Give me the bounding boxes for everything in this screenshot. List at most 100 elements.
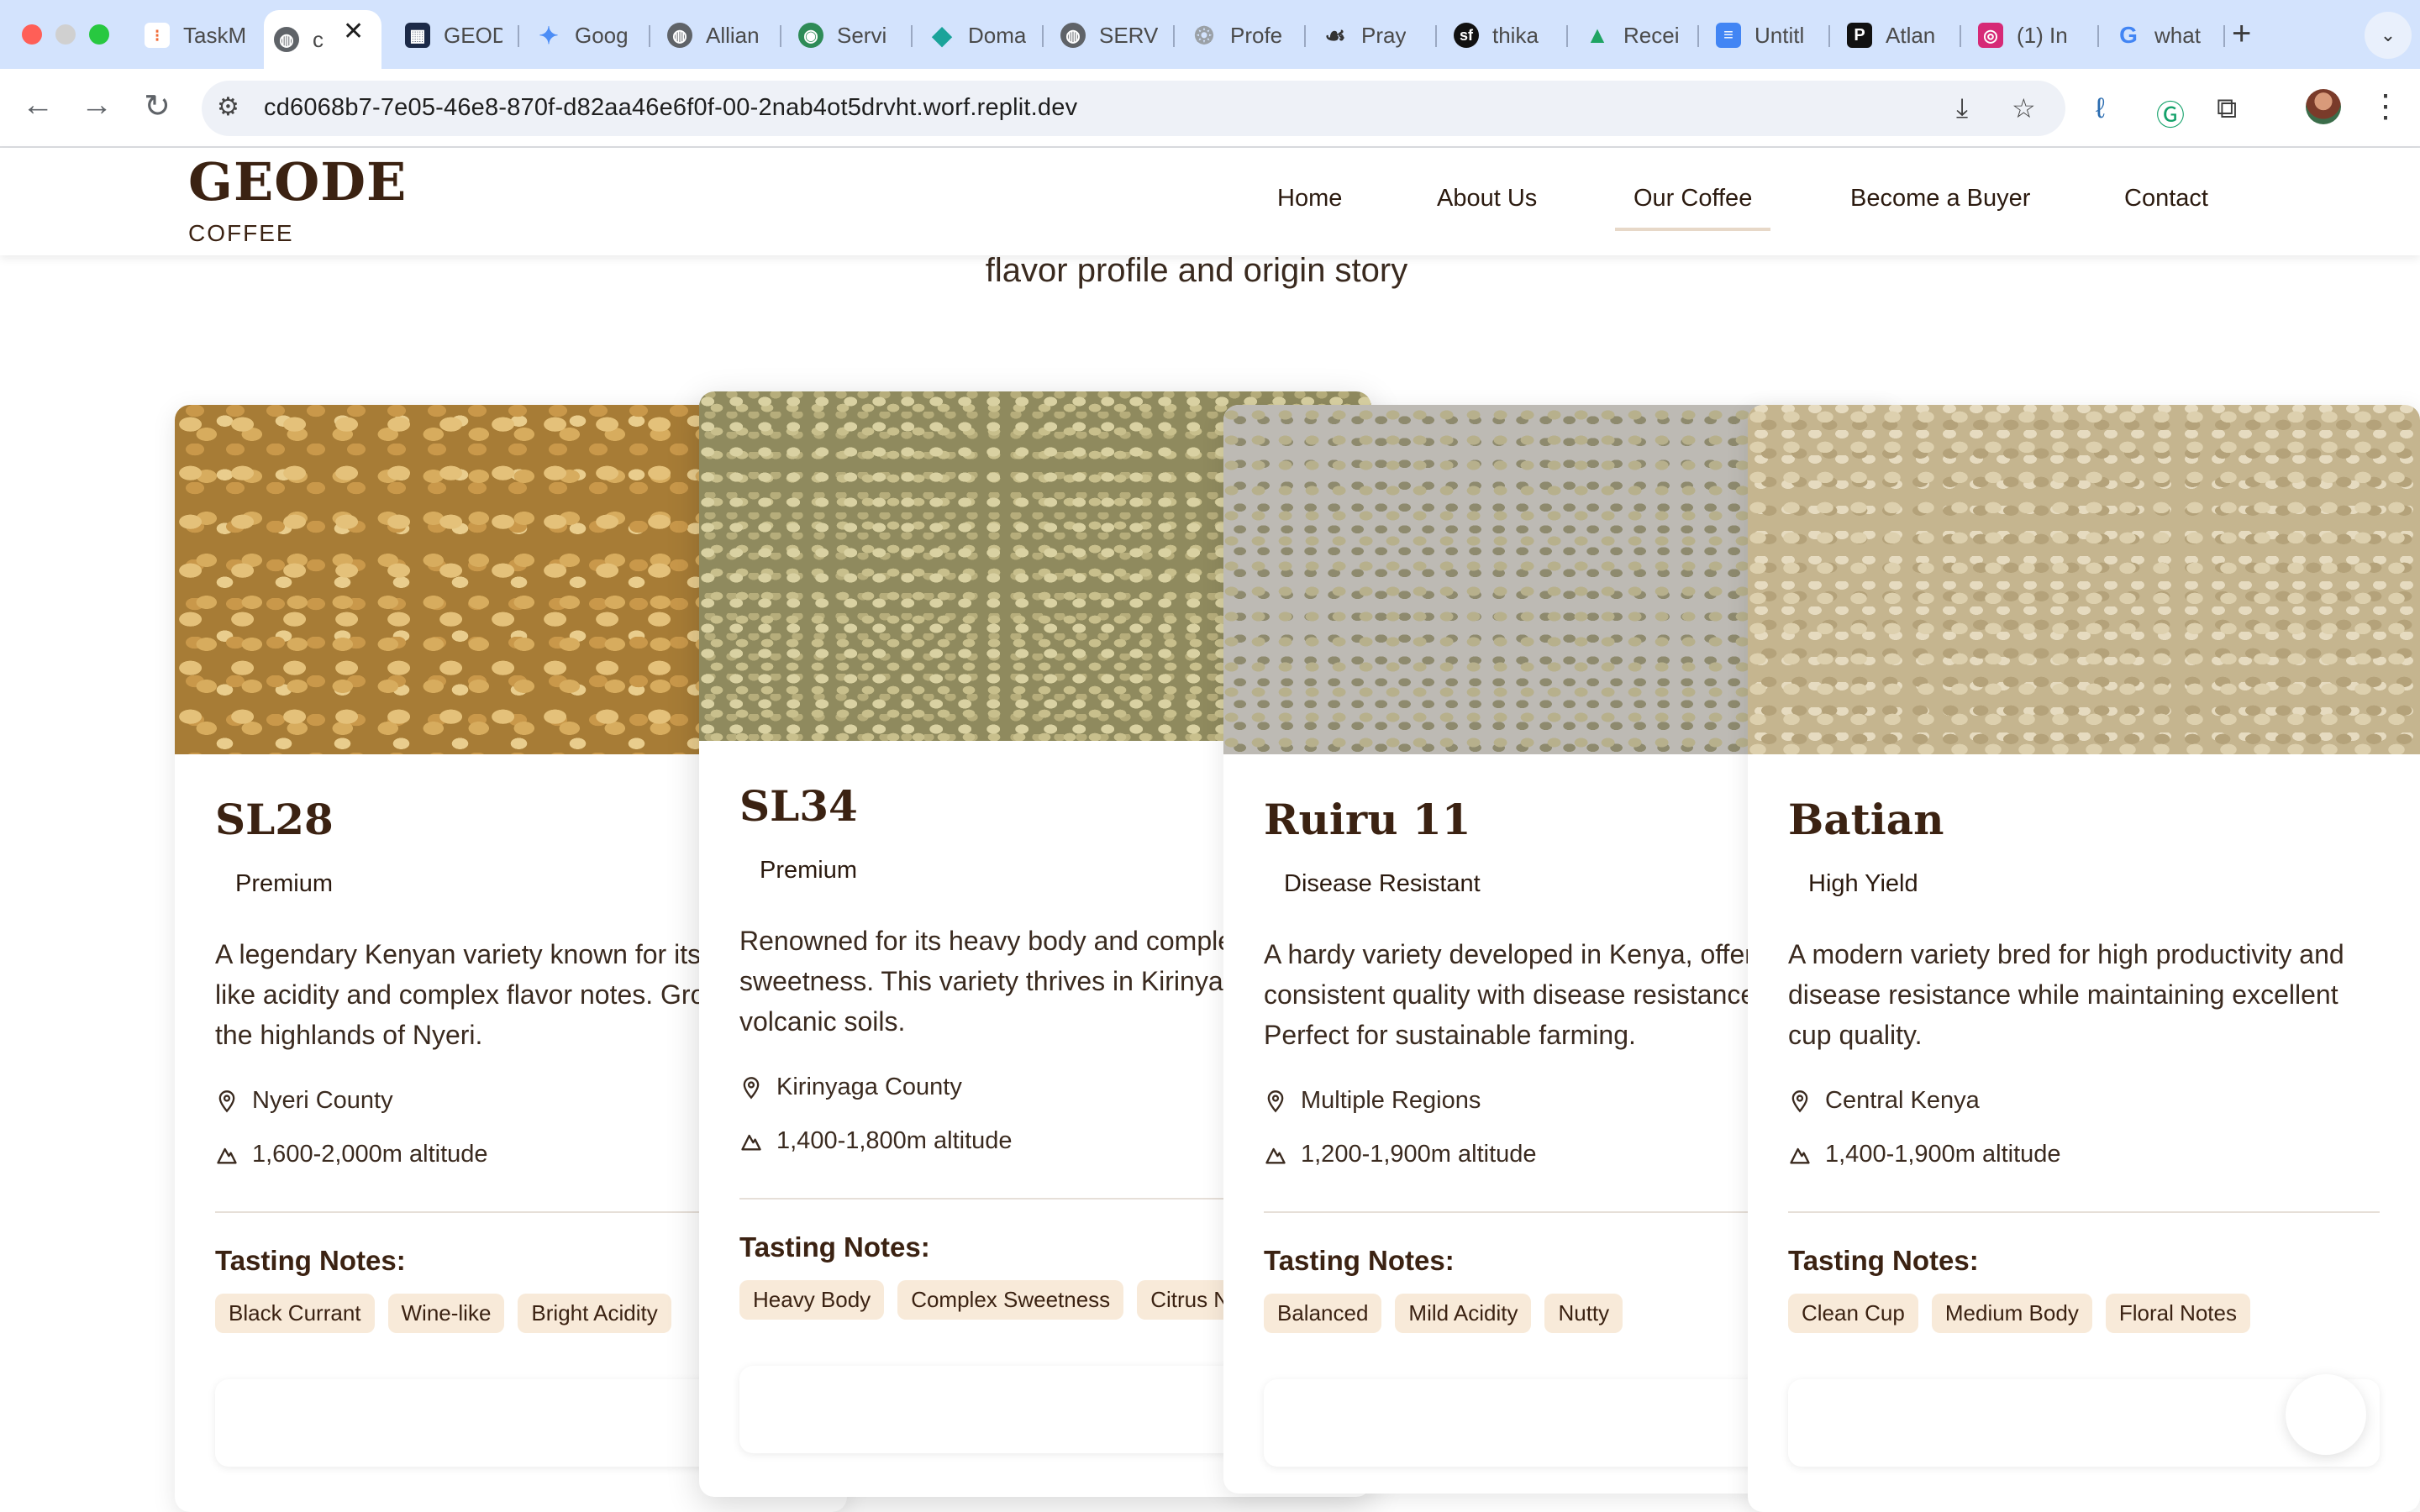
minimize-window-button[interactable] [55,24,76,45]
browser-tab[interactable]: ◆ Doma [919,12,1037,59]
tab-label: Recei [1623,22,1680,48]
tasting-note-chip: Bright Acidity [518,1294,671,1333]
reload-icon[interactable]: ↻ [136,87,178,125]
coffee-badge: Premium [760,857,858,884]
browser-tab[interactable]: ◎ (1) In [1968,12,2094,59]
coffee-badge: High Yield [1808,870,1918,897]
browser-tab[interactable]: ◍ SERV [1050,12,1168,59]
close-tab-icon[interactable]: ✕ [343,17,364,46]
tab-label: Untitl [1754,22,1805,48]
tab-label: TaskM [183,22,247,48]
extension-swirl-icon[interactable]: ℓ [2096,92,2105,125]
tasting-notes-heading: Tasting Notes: [739,1231,930,1263]
coffee-altitude: 1,400-1,800m altitude [739,1127,1013,1155]
tasting-notes-list: Balanced Mild Acidity Nutty [1264,1294,1623,1333]
tasting-notes-list: Black Currant Wine-like Bright Acidity [215,1294,671,1333]
chatgpt-icon: ❂ [1194,22,1214,49]
symfony-icon: sf [1454,23,1479,48]
tab-label: Atlan [1886,22,1936,48]
diamond-icon: ◆ [932,21,952,50]
coffee-name: Batian [1788,795,1944,844]
back-arrow-icon[interactable]: ← [17,87,59,123]
extensions-puzzle-icon[interactable]: ⧉ [2217,92,2237,125]
site-settings-icon[interactable]: ⚙ [217,92,239,122]
nav-home[interactable]: Home [1277,185,1342,228]
browser-tab[interactable]: sf thika [1444,12,1561,59]
coffee-badge: Premium [235,870,334,897]
coffee-description: A modern variety bred for high productiv… [1788,939,2344,1050]
gemini-icon: ✦ [539,22,559,49]
tab-separator [1697,25,1699,47]
install-app-icon[interactable]: ⤓ [1956,92,1968,124]
mountain-icon [741,1134,761,1150]
tab-separator [1828,25,1830,47]
coffee-location: Kirinyaga County [739,1074,962,1101]
close-window-button[interactable] [22,24,42,45]
taskmaster-icon: ⁝ [145,23,170,48]
new-tab-icon[interactable]: + [2232,15,2251,53]
globe-icon: ◍ [274,27,299,52]
browser-tab[interactable]: ☙ Pray [1313,12,1430,59]
tasting-note-chip: Mild Acidity [1395,1294,1532,1333]
tab-label: (1) In [2017,22,2068,48]
browser-tab[interactable]: ◉ Servi [788,12,906,59]
browser-tab[interactable]: ◍ Allian [657,12,775,59]
coffee-beans-image [1748,405,2420,754]
bookmark-star-icon[interactable]: ☆ [2012,92,2036,124]
tab-separator [1435,25,1437,47]
map-pin-icon [1267,1089,1284,1112]
coffee-altitude: 1,200-1,900m altitude [1264,1141,1537,1168]
coffee-location: Nyeri County [215,1087,393,1115]
tab-label: Servi [837,22,887,48]
tab-separator [2223,25,2225,47]
brand-logo[interactable]: GEODE [188,151,407,213]
browser-tab[interactable]: ▦ GEOD [395,12,513,59]
profile-avatar[interactable] [2306,89,2341,124]
mountain-icon [217,1147,237,1163]
altitude-text: 1,200-1,900m altitude [1301,1141,1537,1168]
nav-contact[interactable]: Contact [2124,185,2208,228]
map-pin-icon [743,1076,760,1099]
coffee-name: SL28 [215,795,334,844]
browser-tab[interactable]: ❂ Profe [1181,12,1299,59]
location-text: Central Kenya [1825,1087,1980,1114]
nav-about-us[interactable]: About Us [1437,185,1537,228]
address-bar[interactable]: ⚙ cd6068b7-7e05-46e8-870f-d82aa46e6f0f-0… [202,81,2065,136]
nav-our-coffee[interactable]: Our Coffee [1615,185,1771,231]
floating-action-button[interactable] [2286,1374,2366,1455]
browser-menu-icon[interactable]: ⋮ [2370,87,2402,125]
browser-tab[interactable]: ⁝ TaskM [134,12,260,59]
tab-label: Pray [1361,22,1407,48]
browser-tab[interactable]: P Atlan [1837,12,1954,59]
coffee-card-batian: Batian High Yield A modern variety bred … [1748,405,2420,1512]
tasting-note-chip: Wine-like [387,1294,505,1333]
tab-label: Goog [575,22,629,48]
tab-separator [1304,25,1306,47]
tasting-note-chip: Heavy Body [739,1280,885,1320]
grammarly-icon[interactable]: Ⓖ [2156,92,2185,134]
nav-become-a-buyer[interactable]: Become a Buyer [1850,185,2030,228]
tasting-notes-list: Clean Cup Medium Body Floral Notes [1788,1294,2250,1333]
coffee-badge: Disease Resistant [1284,870,1481,897]
tab-label: Allian [706,22,760,48]
browser-tab[interactable]: ≡ Untitl [1706,12,1823,59]
tab-label: c [313,26,324,52]
tab-separator [1960,25,1961,47]
altitude-text: 1,400-1,900m altitude [1825,1141,2061,1168]
coffee-location: Central Kenya [1788,1087,1980,1115]
tasting-note-chip: Complex Sweetness [897,1280,1124,1320]
coffee-altitude: 1,400-1,900m altitude [1788,1141,2061,1168]
browser-tab[interactable]: ▲ Recei [1575,12,1692,59]
tab-search-chevron-icon[interactable]: ⌄ [2365,12,2412,59]
coffee-altitude: 1,600-2,000m altitude [215,1141,488,1168]
browser-tab[interactable]: G what [2106,12,2223,59]
maximize-window-button[interactable] [89,24,109,45]
tasting-note-chip: Floral Notes [2105,1294,2250,1333]
url-text[interactable]: cd6068b7-7e05-46e8-870f-d82aa46e6f0f-00-… [264,94,1077,122]
forward-arrow-icon[interactable]: → [76,87,118,123]
service-icon: ◉ [798,23,823,48]
tab-label: Profe [1230,22,1283,48]
altitude-text: 1,600-2,000m altitude [252,1141,488,1168]
tab-separator [2097,25,2099,47]
browser-tab[interactable]: ✦ Goog [526,12,644,59]
